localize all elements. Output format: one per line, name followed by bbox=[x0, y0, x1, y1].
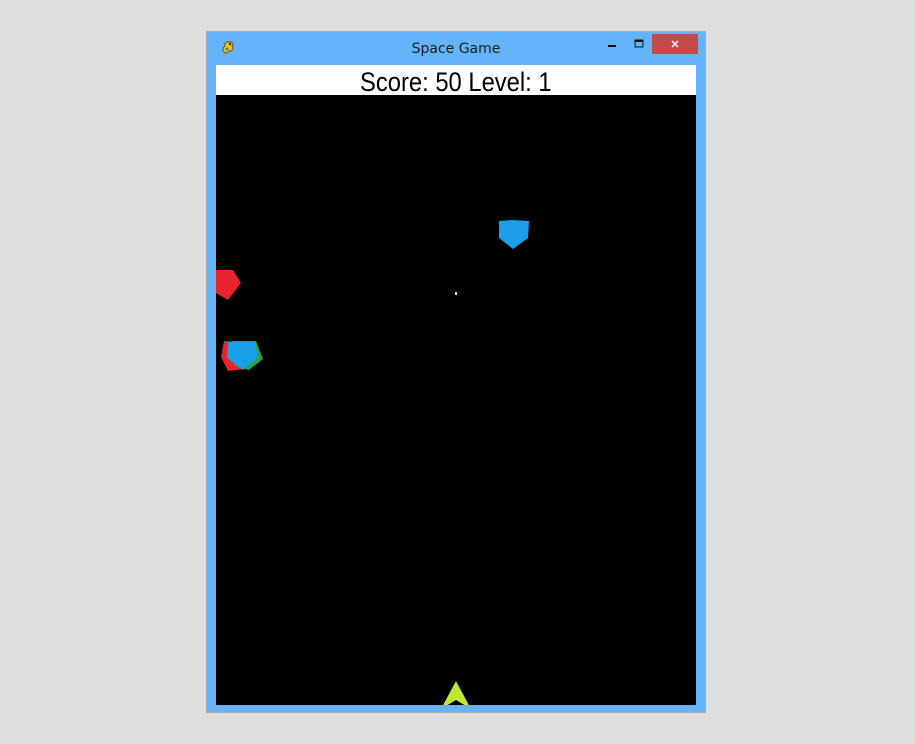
game-scene bbox=[216, 220, 529, 705]
minimize-button[interactable] bbox=[601, 34, 623, 54]
enemy-pentagon-red-left bbox=[216, 270, 241, 300]
player-ship bbox=[443, 681, 469, 705]
score-level-text: Score: 50 Level: 1 bbox=[360, 67, 552, 95]
game-canvas[interactable] bbox=[216, 95, 696, 705]
maximize-button[interactable] bbox=[628, 34, 650, 54]
score-bar: Score: 50 Level: 1 bbox=[216, 65, 696, 95]
minimize-icon bbox=[608, 45, 616, 47]
close-button[interactable] bbox=[652, 34, 698, 54]
maximize-icon bbox=[634, 39, 643, 48]
bullet bbox=[455, 292, 457, 295]
title-bar[interactable]: Space Game bbox=[207, 32, 705, 65]
game-window: Space Game Score: 50 Level: 1 bbox=[206, 31, 706, 713]
close-icon bbox=[671, 40, 679, 48]
enemy-pentagon-blue-top bbox=[499, 220, 529, 249]
